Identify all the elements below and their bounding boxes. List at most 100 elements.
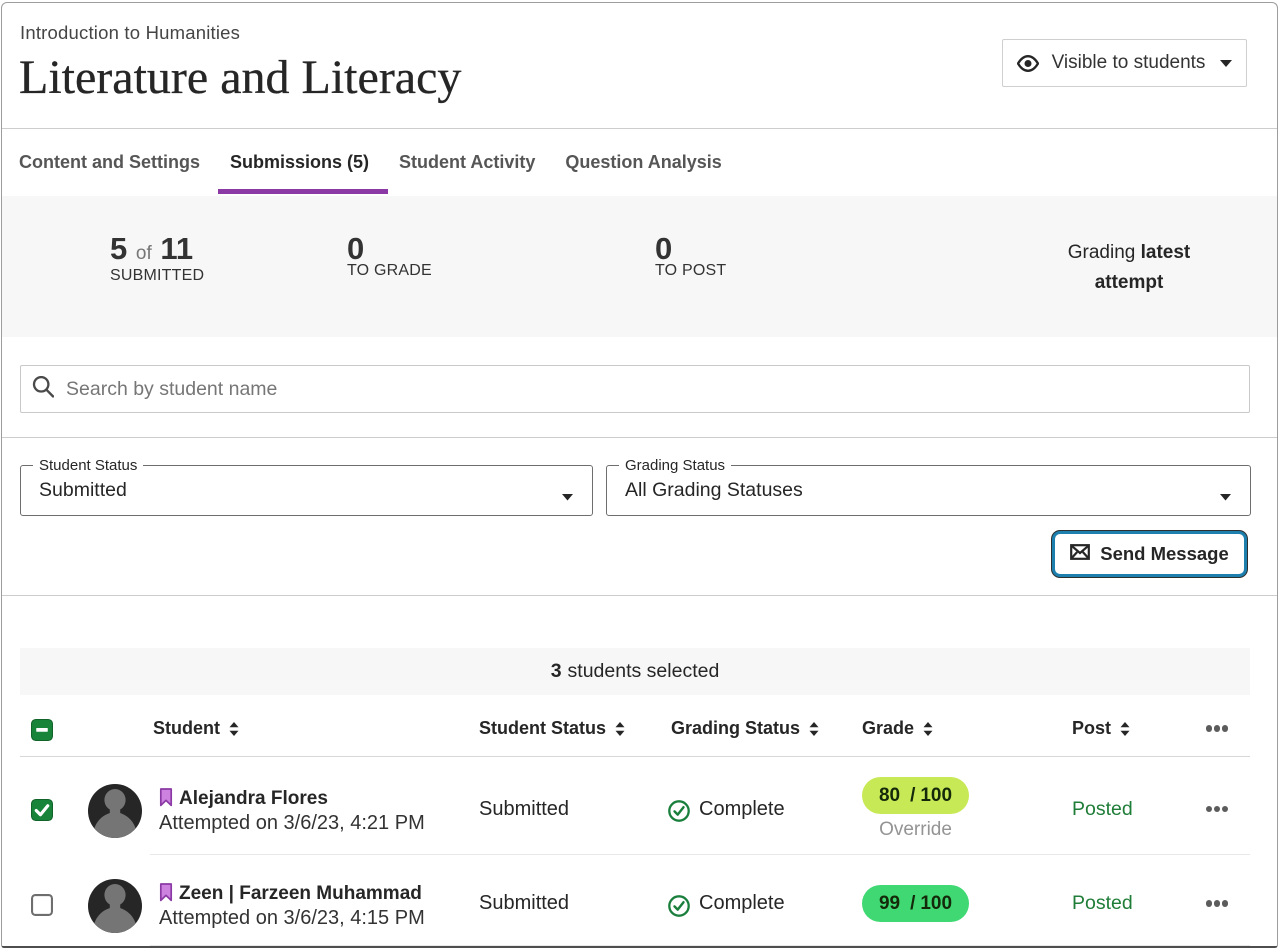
grading-status-cell: Complete (661, 798, 852, 821)
search-icon (21, 376, 54, 403)
grade-value: 99 (879, 893, 900, 915)
table-header-menu-button[interactable] (1192, 725, 1250, 732)
stat-to-grade-label: TO GRADE (347, 262, 432, 280)
student-name[interactable]: Zeen | Farzeen Muhammad (179, 881, 422, 906)
grade-cell: 80/100 Override (852, 777, 1042, 841)
student-status-cell: Submitted (469, 798, 661, 821)
row-divider (150, 945, 1250, 946)
student-cell: Zeen | Farzeen Muhammad Attempted on 3/6… (69, 877, 469, 931)
table-header-row: Student Student Status Grading Status Gr… (20, 695, 1250, 757)
ellipsis-icon (1206, 725, 1229, 732)
column-header-post[interactable]: Post (1042, 718, 1192, 739)
stat-to-post-label: TO POST (655, 262, 726, 280)
column-header-post-label: Post (1072, 718, 1111, 739)
student-status-value: Submitted (39, 466, 127, 515)
send-message-button[interactable]: Send Message (1052, 531, 1247, 577)
row-checkbox-unchecked[interactable] (20, 893, 69, 915)
grading-status-value: All Grading Statuses (625, 466, 803, 515)
grading-status-cell: Complete (661, 892, 852, 915)
breadcrumb[interactable]: Introduction to Humanities (20, 22, 240, 44)
filters-section: Student Status Submitted Grading Status … (2, 438, 1277, 595)
stat-submitted: 5 of 11 SUBMITTED (110, 234, 204, 285)
stat-to-post: 0 TO POST (655, 234, 726, 280)
unchecked-checkbox-icon (31, 894, 53, 916)
visibility-dropdown-button[interactable]: Visible to students (1002, 39, 1247, 87)
column-header-student-status[interactable]: Student Status (469, 718, 661, 739)
stat-to-grade-value: 0 (347, 234, 432, 264)
stats-bar: 5 of 11 SUBMITTED 0 TO GRADE 0 TO POST G… (2, 196, 1277, 337)
search-section (2, 337, 1277, 437)
complete-icon (668, 798, 690, 820)
tab-question-analysis[interactable]: Question Analysis (550, 129, 736, 196)
tab-content-and-settings[interactable]: Content and Settings (4, 129, 215, 196)
column-header-grade-label: Grade (862, 718, 914, 739)
selected-count-bar: 3 students selected (20, 648, 1250, 695)
grading-status-label: Complete (699, 892, 785, 915)
post-status[interactable]: Posted (1042, 798, 1192, 821)
grade-value: 80 (879, 785, 900, 807)
selected-count-suffix: students selected (568, 660, 720, 683)
submissions-page: Introduction to Humanities Literature an… (1, 2, 1278, 948)
student-status-cell: Submitted (469, 892, 661, 915)
tab-bar: Content and Settings Submissions (5) Stu… (2, 129, 1277, 196)
grading-note-prefix: Grading (1068, 242, 1141, 263)
post-status[interactable]: Posted (1042, 892, 1192, 915)
column-header-grade[interactable]: Grade (852, 718, 1042, 739)
attempt-timestamp: Attempted on 3/6/23, 4:15 PM (159, 906, 425, 931)
student-status-select[interactable]: Student Status Submitted (20, 465, 593, 516)
eye-icon (1017, 55, 1039, 72)
ellipsis-icon (1206, 900, 1229, 907)
avatar[interactable] (88, 782, 142, 836)
student-name-line: Alejandra Flores (159, 786, 425, 811)
table-row: Alejandra Flores Attempted on 3/6/23, 4:… (20, 757, 1250, 855)
stat-submitted-value: 5 (110, 231, 127, 266)
column-header-grading-status[interactable]: Grading Status (661, 718, 852, 739)
bookmark-icon[interactable] (159, 884, 173, 903)
search-input[interactable] (54, 366, 1249, 412)
send-message-label: Send Message (1100, 543, 1229, 565)
stat-value-row: 5 of 11 (110, 234, 204, 269)
sort-icon (923, 722, 933, 736)
submissions-table: 3 students selected Student Student Stat… (2, 596, 1277, 946)
stat-to-post-value: 0 (655, 234, 726, 264)
grade-separator: / (910, 893, 915, 915)
complete-icon (668, 893, 690, 915)
grading-status-select[interactable]: Grading Status All Grading Statuses (606, 465, 1251, 516)
stat-submitted-of: of (136, 243, 152, 264)
student-name[interactable]: Alejandra Flores (179, 786, 328, 811)
sort-icon (809, 722, 819, 736)
attempt-timestamp: Attempted on 3/6/23, 4:21 PM (159, 811, 425, 836)
tab-submissions[interactable]: Submissions (5) (215, 129, 384, 196)
selected-count: 3 (551, 660, 562, 683)
row-checkbox-checked[interactable] (20, 798, 69, 820)
column-header-student-status-label: Student Status (479, 718, 606, 739)
column-header-student[interactable]: Student (69, 718, 469, 739)
checked-checkbox-icon (31, 799, 53, 821)
grade-pill[interactable]: 80/100 (862, 777, 969, 814)
caret-down-icon (562, 488, 573, 506)
student-name-line: Zeen | Farzeen Muhammad (159, 881, 425, 906)
sort-icon (615, 722, 625, 736)
grade-max: 100 (920, 785, 952, 807)
ellipsis-icon (1206, 806, 1229, 813)
column-header-student-label: Student (153, 718, 220, 739)
column-header-grading-status-label: Grading Status (671, 718, 800, 739)
grade-override-note: Override (879, 819, 952, 841)
mail-icon (1070, 543, 1090, 565)
student-text: Zeen | Farzeen Muhammad Attempted on 3/6… (159, 881, 425, 931)
grade-pill[interactable]: 99 /100 (862, 885, 969, 922)
row-menu-button[interactable] (1192, 806, 1250, 813)
stat-submitted-total: 11 (160, 231, 193, 266)
page-header: Introduction to Humanities Literature an… (2, 3, 1277, 128)
avatar[interactable] (88, 877, 142, 931)
row-menu-button[interactable] (1192, 900, 1250, 907)
grade-max: 100 (920, 893, 952, 915)
grading-status-label: Complete (699, 798, 785, 821)
caret-down-icon (1220, 60, 1232, 67)
student-cell: Alejandra Flores Attempted on 3/6/23, 4:… (69, 782, 469, 836)
tab-student-activity[interactable]: Student Activity (384, 129, 550, 196)
select-all-checkbox[interactable] (20, 718, 69, 740)
stat-submitted-label: SUBMITTED (110, 267, 204, 285)
bookmark-icon[interactable] (159, 789, 173, 808)
visibility-label: Visible to students (1052, 52, 1206, 74)
